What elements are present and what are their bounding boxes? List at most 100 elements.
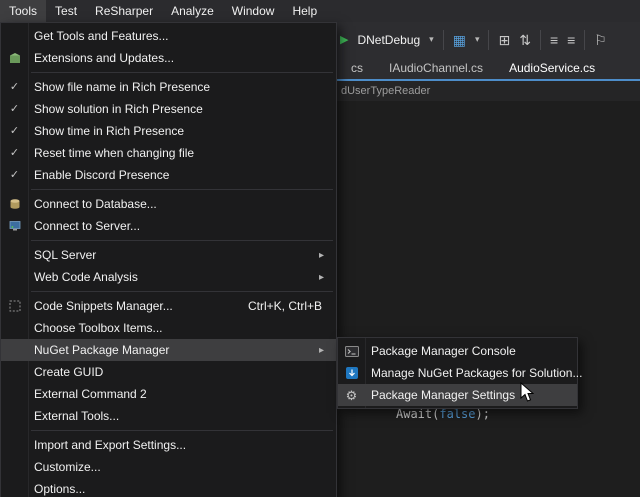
menu-item-manage-nuget-packages-solution[interactable]: Manage NuGet Packages for Solution... xyxy=(338,362,577,384)
grid-icon[interactable]: ▦ xyxy=(453,33,466,47)
list-lines-icon[interactable]: ≡ xyxy=(550,33,558,47)
menu-item-label: Connect to Database... xyxy=(28,197,157,211)
menu-item-label: Web Code Analysis xyxy=(28,270,138,284)
checkmark-icon: ✓ xyxy=(1,104,28,115)
menu-item-label: External Tools... xyxy=(28,409,119,423)
gear-icon: ⚙ xyxy=(338,389,365,402)
chevron-down-icon[interactable]: ▾ xyxy=(475,34,480,45)
main-menu-bar: Tools Test ReSharper Analyze Window Help xyxy=(0,0,640,22)
menu-separator xyxy=(1,427,336,434)
menu-item-label: Import and Export Settings... xyxy=(28,438,186,452)
tab-document-1[interactable]: cs xyxy=(338,57,376,79)
nuget-package-icon xyxy=(338,367,365,379)
submenu-arrow-icon: ▸ xyxy=(319,345,331,356)
checkmark-icon: ✓ xyxy=(1,148,28,159)
menu-item-label: Connect to Server... xyxy=(28,219,140,233)
menu-item-label: Choose Toolbox Items... xyxy=(28,321,163,335)
code-keyword: false xyxy=(439,407,475,421)
menu-item-connect-to-server[interactable]: Connect to Server... xyxy=(1,215,336,237)
menu-item-web-code-analysis[interactable]: Web Code Analysis ▸ xyxy=(1,266,336,288)
extensions-box-icon xyxy=(1,52,28,64)
menu-help[interactable]: Help xyxy=(283,0,326,22)
menu-item-label: Create GUID xyxy=(28,365,103,379)
menu-window[interactable]: Window xyxy=(223,0,284,22)
submenu-arrow-icon: ▸ xyxy=(319,250,331,261)
list-lines-icon[interactable]: ≡ xyxy=(567,33,575,47)
code-text: Await( xyxy=(396,407,439,421)
menu-item-enable-discord-presence[interactable]: ✓ Enable Discord Presence xyxy=(1,164,336,186)
menu-item-package-manager-console[interactable]: Package Manager Console xyxy=(338,340,577,362)
menu-item-label: Enable Discord Presence xyxy=(28,168,169,182)
start-debug-icon[interactable]: ▶ xyxy=(340,33,348,46)
menu-item-create-guid[interactable]: Create GUID xyxy=(1,361,336,383)
menu-separator xyxy=(1,288,336,295)
tab-audioservice[interactable]: AudioService.cs xyxy=(496,57,608,79)
menu-label: Window xyxy=(232,4,275,18)
menu-item-label: NuGet Package Manager xyxy=(28,343,169,357)
menu-tools[interactable]: Tools xyxy=(0,0,46,22)
menu-item-nuget-package-manager[interactable]: NuGet Package Manager ▸ xyxy=(1,339,336,361)
tab-label: IAudioChannel.cs xyxy=(389,61,483,75)
nuget-submenu: Package Manager Console Manage NuGet Pac… xyxy=(337,337,578,409)
breadcrumb[interactable]: dUserTypeReader xyxy=(341,81,430,101)
menu-item-show-time-rich-presence[interactable]: ✓ Show time in Rich Presence xyxy=(1,120,336,142)
menu-item-label: Code Snippets Manager... xyxy=(28,299,173,313)
toolbar-separator xyxy=(540,30,541,50)
menu-label: Tools xyxy=(9,4,37,18)
menu-item-options[interactable]: Options... xyxy=(1,478,336,497)
tab-label: AudioService.cs xyxy=(509,61,595,75)
menu-separator xyxy=(1,237,336,244)
menu-item-label: Get Tools and Features... xyxy=(28,29,169,43)
menu-item-label: Options... xyxy=(28,482,85,496)
menu-separator xyxy=(1,69,336,76)
toolbar-separator xyxy=(488,30,489,50)
menu-test[interactable]: Test xyxy=(46,0,86,22)
menu-separator xyxy=(1,186,336,193)
menu-item-reset-time-when-changing-file[interactable]: ✓ Reset time when changing file xyxy=(1,142,336,164)
menu-item-label: Customize... xyxy=(28,460,101,474)
menu-item-code-snippets-manager[interactable]: Code Snippets Manager... Ctrl+K, Ctrl+B xyxy=(1,295,336,317)
menu-item-connect-to-database[interactable]: Connect to Database... xyxy=(1,193,336,215)
menu-label: Help xyxy=(292,4,317,18)
menu-label: Test xyxy=(55,4,77,18)
tab-iaudiochannel[interactable]: IAudioChannel.cs xyxy=(376,57,496,79)
menu-item-show-file-name-rich-presence[interactable]: ✓ Show file name in Rich Presence xyxy=(1,76,336,98)
code-text: ); xyxy=(475,407,489,421)
menu-item-extensions-and-updates[interactable]: Extensions and Updates... xyxy=(1,47,336,69)
tab-label: cs xyxy=(351,61,363,75)
swap-arrows-icon[interactable]: ⇅ xyxy=(519,33,531,47)
toolbar-separator xyxy=(584,30,585,50)
menu-item-label: SQL Server xyxy=(28,248,96,262)
snippets-dashed-box-icon xyxy=(1,300,28,312)
menu-item-import-export-settings[interactable]: Import and Export Settings... xyxy=(1,434,336,456)
menu-item-label: Reset time when changing file xyxy=(28,146,194,160)
menu-item-get-tools-and-features[interactable]: Get Tools and Features... xyxy=(1,25,336,47)
menu-item-package-manager-settings[interactable]: ⚙ Package Manager Settings xyxy=(338,384,577,406)
menu-item-choose-toolbox-items[interactable]: Choose Toolbox Items... xyxy=(1,317,336,339)
menu-item-customize[interactable]: Customize... xyxy=(1,456,336,478)
startup-project-selector[interactable]: DNetDebug xyxy=(357,33,420,47)
toolbar-separator xyxy=(443,30,444,50)
menu-item-label: External Command 2 xyxy=(28,387,147,401)
menu-item-external-tools[interactable]: External Tools... xyxy=(1,405,336,427)
menu-item-show-solution-rich-presence[interactable]: ✓ Show solution in Rich Presence xyxy=(1,98,336,120)
tools-dropdown-menu: Get Tools and Features... Extensions and… xyxy=(0,22,337,497)
menu-item-label: Package Manager Settings xyxy=(365,388,515,402)
window-icon[interactable]: ⊞ xyxy=(498,33,510,47)
code-line: Await(false); xyxy=(396,407,490,421)
menu-label: Analyze xyxy=(171,4,214,18)
menu-resharper[interactable]: ReSharper xyxy=(86,0,162,22)
checkmark-icon: ✓ xyxy=(1,170,28,181)
menu-item-external-command-2[interactable]: External Command 2 xyxy=(1,383,336,405)
console-window-icon xyxy=(338,346,365,357)
menu-item-sql-server[interactable]: SQL Server ▸ xyxy=(1,244,336,266)
menu-item-label: Show solution in Rich Presence xyxy=(28,102,203,116)
vs-window: context, string input, Await(false); d.I… xyxy=(0,0,640,497)
menu-item-label: Show time in Rich Presence xyxy=(28,124,184,138)
chevron-down-icon[interactable]: ▾ xyxy=(429,34,434,45)
menu-item-label: Show file name in Rich Presence xyxy=(28,80,210,94)
checkmark-icon: ✓ xyxy=(1,82,28,93)
menu-item-shortcut: Ctrl+K, Ctrl+B xyxy=(248,299,331,313)
bookmark-flag-icon[interactable]: ⚐ xyxy=(594,33,607,47)
menu-analyze[interactable]: Analyze xyxy=(162,0,223,22)
